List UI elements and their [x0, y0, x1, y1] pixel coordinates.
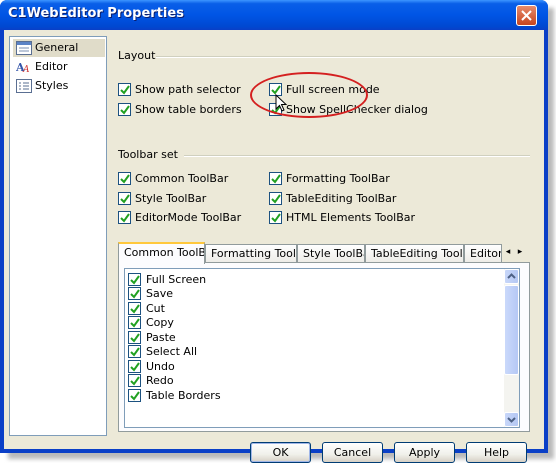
- checkmark-icon: [130, 333, 140, 343]
- item-checkbox[interactable]: [128, 360, 141, 373]
- toolbar-tabs: Common ToolBar Formatting ToolBar Style …: [118, 242, 530, 264]
- checkmark-icon: [130, 347, 140, 357]
- cancel-button[interactable]: Cancel: [322, 442, 383, 463]
- mouse-cursor-icon: [275, 94, 288, 112]
- properties-dialog: C1WebEditor Properties General AA Editor…: [0, 0, 548, 463]
- checkmark-icon: [271, 194, 281, 204]
- close-icon: [521, 10, 532, 21]
- layout-divider: [156, 56, 530, 58]
- nav-label: General: [35, 41, 79, 54]
- svg-text:A: A: [22, 65, 30, 74]
- close-button[interactable]: [516, 5, 537, 26]
- item-checkbox[interactable]: [128, 389, 141, 402]
- nav-item-editor[interactable]: AA Editor: [13, 58, 105, 76]
- style-toolbar-checkbox[interactable]: [118, 192, 131, 205]
- item-label: Redo: [146, 374, 174, 387]
- title-bar[interactable]: C1WebEditor Properties: [0, 0, 548, 30]
- item-checkbox[interactable]: [128, 287, 141, 300]
- item-checkbox[interactable]: [128, 302, 141, 315]
- item-checkbox[interactable]: [128, 273, 141, 286]
- dialog-body: General AA Editor Styles Layout Show pat…: [4, 30, 544, 463]
- checkmark-icon: [130, 318, 140, 328]
- general-icon: [16, 41, 32, 55]
- item-checkbox[interactable]: [128, 331, 141, 344]
- checkmark-icon: [130, 376, 140, 386]
- checkmark-icon: [120, 174, 130, 184]
- nav-item-styles[interactable]: Styles: [13, 77, 105, 95]
- htmlelements-toolbar-checkbox[interactable]: [269, 211, 282, 224]
- tab-editormode-toolbar[interactable]: EditorM: [464, 244, 502, 263]
- formatting-toolbar-checkbox[interactable]: [269, 172, 282, 185]
- tab-formatting-toolbar[interactable]: Formatting ToolBar: [205, 244, 297, 263]
- window-title: C1WebEditor Properties: [8, 6, 184, 21]
- checkmark-icon: [130, 275, 140, 285]
- item-label: Undo: [146, 360, 175, 373]
- tab-scroll-left-icon[interactable]: ◂: [502, 245, 514, 259]
- common-toolbar-label: Common ToolBar: [135, 172, 229, 185]
- checkmark-icon: [120, 105, 130, 115]
- item-checkbox[interactable]: [128, 316, 141, 329]
- item-label: Table Borders: [146, 389, 221, 402]
- tableediting-toolbar-checkbox[interactable]: [269, 192, 282, 205]
- tab-scroll-right-icon[interactable]: ▸: [514, 245, 526, 259]
- chevron-down-icon: [507, 417, 516, 423]
- show-path-selector-checkbox[interactable]: [118, 83, 131, 96]
- full-screen-mode-label: Full screen mode: [286, 83, 380, 96]
- layout-heading: Layout: [118, 49, 156, 62]
- item-label: Paste: [146, 331, 176, 344]
- scroll-down-button[interactable]: [504, 412, 519, 427]
- show-table-borders-checkbox[interactable]: [118, 103, 131, 116]
- item-label: Copy: [146, 316, 174, 329]
- common-toolbar-checkbox[interactable]: [118, 172, 131, 185]
- checkmark-icon: [130, 304, 140, 314]
- show-spellchecker-label: Show SpellChecker dialog: [286, 103, 428, 116]
- nav-label: Editor: [35, 60, 68, 73]
- checkmark-icon: [271, 213, 281, 223]
- checkmark-icon: [120, 213, 130, 223]
- toolbar-set-heading: Toolbar set: [118, 148, 178, 161]
- tableediting-toolbar-label: TableEditing ToolBar: [286, 192, 397, 205]
- item-checkbox[interactable]: [128, 345, 141, 358]
- editormode-toolbar-checkbox[interactable]: [118, 211, 131, 224]
- chevron-up-icon: [507, 273, 516, 279]
- tab-tableediting-toolbar[interactable]: TableEditing ToolBar: [365, 244, 464, 263]
- style-toolbar-label: Style ToolBar: [135, 192, 207, 205]
- scroll-up-button[interactable]: [504, 269, 519, 284]
- tab-common-toolbar[interactable]: Common ToolBar: [118, 242, 205, 264]
- ok-button[interactable]: OK: [250, 442, 311, 463]
- list-scrollbar[interactable]: [504, 269, 519, 427]
- show-table-borders-label: Show table borders: [135, 103, 242, 116]
- toolbar-items-list[interactable]: Full Screen Save Cut Copy Paste Select A…: [124, 268, 520, 428]
- styles-icon: [16, 79, 32, 93]
- help-button[interactable]: Help: [466, 442, 527, 463]
- htmlelements-toolbar-label: HTML Elements ToolBar: [286, 211, 416, 224]
- apply-button[interactable]: Apply: [394, 442, 455, 463]
- item-label: Full Screen: [146, 273, 207, 286]
- tab-panel: Full Screen Save Cut Copy Paste Select A…: [118, 262, 530, 432]
- item-label: Cut: [146, 302, 165, 315]
- formatting-toolbar-label: Formatting ToolBar: [286, 172, 390, 185]
- scroll-thumb[interactable]: [504, 285, 519, 375]
- nav-label: Styles: [35, 79, 69, 92]
- item-label: Save: [146, 287, 174, 300]
- checkmark-icon: [271, 174, 281, 184]
- nav-item-general[interactable]: General: [13, 39, 105, 57]
- toolbar-set-divider: [184, 155, 530, 157]
- editormode-toolbar-label: EditorMode ToolBar: [135, 211, 242, 224]
- checkmark-icon: [120, 85, 130, 95]
- checkmark-icon: [130, 289, 140, 299]
- checkmark-icon: [130, 362, 140, 372]
- tab-style-toolbar[interactable]: Style ToolBar: [297, 244, 365, 263]
- checkmark-icon: [130, 391, 140, 401]
- category-list[interactable]: General AA Editor Styles: [9, 36, 107, 436]
- item-checkbox[interactable]: [128, 374, 141, 387]
- checkmark-icon: [120, 194, 130, 204]
- item-label: Select All: [146, 345, 198, 358]
- editor-icon: AA: [16, 61, 30, 74]
- show-path-selector-label: Show path selector: [135, 83, 241, 96]
